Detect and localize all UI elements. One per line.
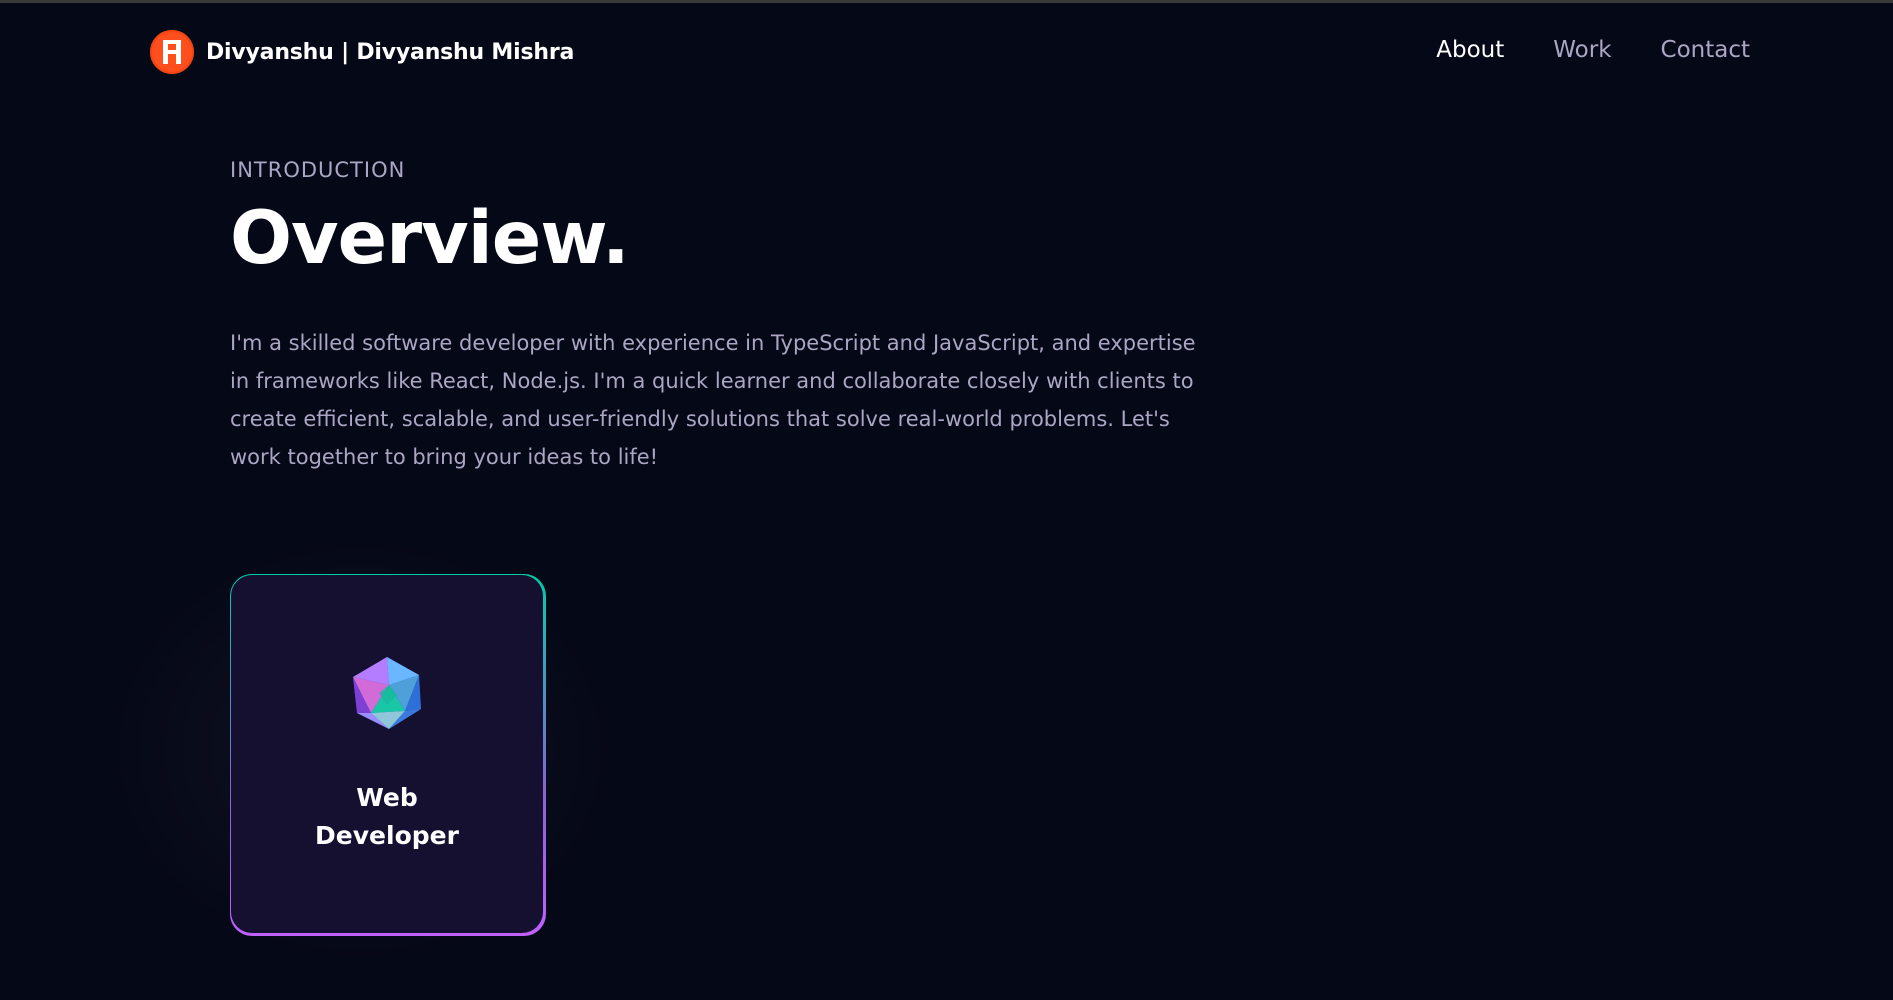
navbar: Divyanshu | Divyanshu Mishra About Work … <box>0 3 1893 97</box>
nav-link-work[interactable]: Work <box>1553 37 1611 63</box>
nav-links: About Work Contact <box>1436 37 1750 63</box>
nav-link-about[interactable]: About <box>1436 37 1504 63</box>
overview-description: I'm a skilled software developer with ex… <box>230 331 1196 469</box>
service-card-title-line1: Web <box>356 783 418 812</box>
service-card-title-line2: Developer <box>315 821 459 850</box>
logo-icon <box>150 30 194 74</box>
polyhedron-icon <box>349 655 425 735</box>
section-subtitle: INTRODUCTION <box>230 158 406 182</box>
nav-link-contact[interactable]: Contact <box>1661 37 1750 63</box>
brand-link[interactable]: Divyanshu | Divyanshu Mishra <box>150 29 574 75</box>
section-heading: Overview. <box>230 196 630 281</box>
brand-name: Divyanshu | Divyanshu Mishra <box>206 39 575 65</box>
service-card-title: Web Developer <box>231 779 543 855</box>
service-card-web-developer[interactable]: Web Developer <box>230 574 546 936</box>
overview-section: INTRODUCTION Overview. I'm a skilled sof… <box>230 158 1230 476</box>
service-card-inner: Web Developer <box>231 575 543 933</box>
